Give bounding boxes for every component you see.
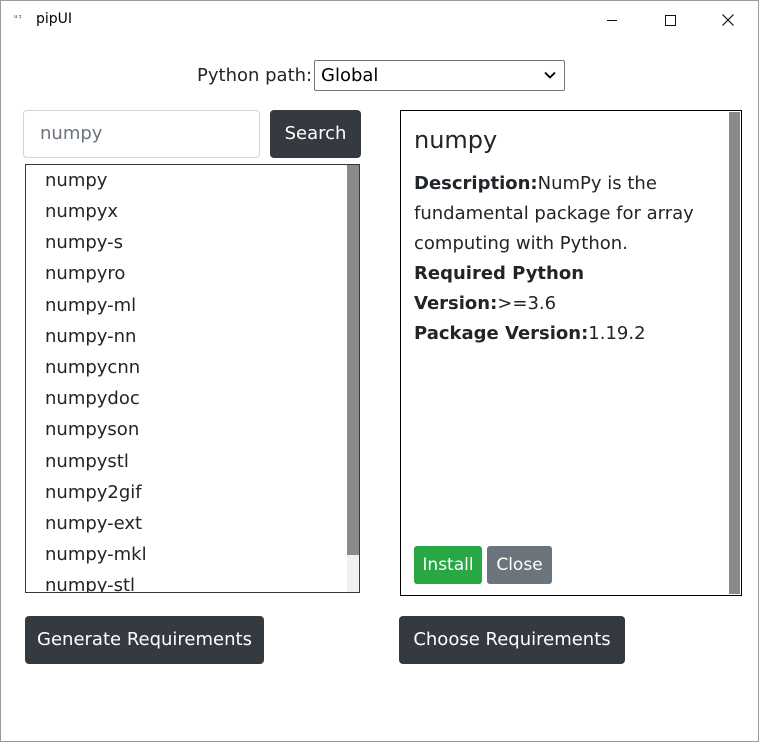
list-item[interactable]: numpy-ext bbox=[45, 513, 142, 534]
list-item[interactable]: numpy-mkl bbox=[45, 544, 147, 565]
app-window: ᵘᵎ pipUI Python path: Global numpy Searc… bbox=[0, 0, 759, 742]
minimize-button[interactable] bbox=[583, 1, 641, 39]
install-button[interactable]: Install bbox=[414, 546, 482, 584]
package-version-value: 1.19.2 bbox=[588, 323, 646, 344]
close-button[interactable]: Close bbox=[487, 546, 552, 584]
description-label: Description: bbox=[414, 173, 538, 194]
package-list-scrollbar[interactable] bbox=[347, 165, 359, 592]
title-bar: ᵘᵎ pipUI bbox=[1, 1, 758, 39]
list-item[interactable]: numpy-stl bbox=[45, 575, 135, 592]
search-button[interactable]: Search bbox=[270, 110, 361, 158]
list-item[interactable]: numpy-s bbox=[45, 232, 123, 253]
app-icon: ᵘᵎ bbox=[13, 14, 23, 24]
list-item[interactable]: numpyson bbox=[45, 419, 139, 440]
list-item[interactable]: numpycnn bbox=[45, 357, 140, 378]
search-input-value: numpy bbox=[40, 123, 103, 144]
list-item[interactable]: numpy bbox=[45, 170, 107, 191]
minimize-icon bbox=[607, 19, 617, 21]
close-window-button[interactable] bbox=[699, 1, 757, 39]
window-title: pipUI bbox=[36, 11, 73, 27]
python-path-value: Global bbox=[321, 65, 379, 86]
package-list-scroll-thumb[interactable] bbox=[347, 165, 359, 555]
python-version-value: >=3.6 bbox=[497, 293, 557, 314]
list-item[interactable]: numpy-ml bbox=[45, 295, 136, 316]
package-detail-panel: numpy Description:NumPy is the fundament… bbox=[400, 110, 742, 596]
python-path-select[interactable]: Global bbox=[314, 60, 565, 91]
generate-requirements-button[interactable]: Generate Requirements bbox=[25, 616, 264, 664]
list-item[interactable]: numpyx bbox=[45, 201, 118, 222]
maximize-button[interactable] bbox=[641, 1, 699, 39]
detail-scrollbar[interactable] bbox=[729, 112, 740, 594]
package-list[interactable]: numpy numpyx numpy-s numpyro numpy-ml nu… bbox=[25, 164, 360, 593]
choose-requirements-button[interactable]: Choose Requirements bbox=[399, 616, 625, 664]
list-item[interactable]: numpydoc bbox=[45, 388, 140, 409]
list-item[interactable]: numpystl bbox=[45, 451, 129, 472]
maximize-icon bbox=[664, 14, 676, 26]
chevron-down-icon bbox=[544, 71, 556, 79]
python-path-label: Python path: bbox=[197, 65, 313, 86]
list-item[interactable]: numpyro bbox=[45, 263, 125, 284]
close-icon bbox=[722, 14, 734, 26]
list-item[interactable]: numpy2gif bbox=[45, 482, 142, 503]
package-version-label: Package Version: bbox=[414, 323, 589, 344]
package-title: numpy bbox=[414, 126, 498, 154]
package-info: Description:NumPy is the fundamental pac… bbox=[414, 169, 719, 349]
search-input[interactable]: numpy bbox=[23, 110, 260, 158]
list-item[interactable]: numpy-nn bbox=[45, 326, 136, 347]
